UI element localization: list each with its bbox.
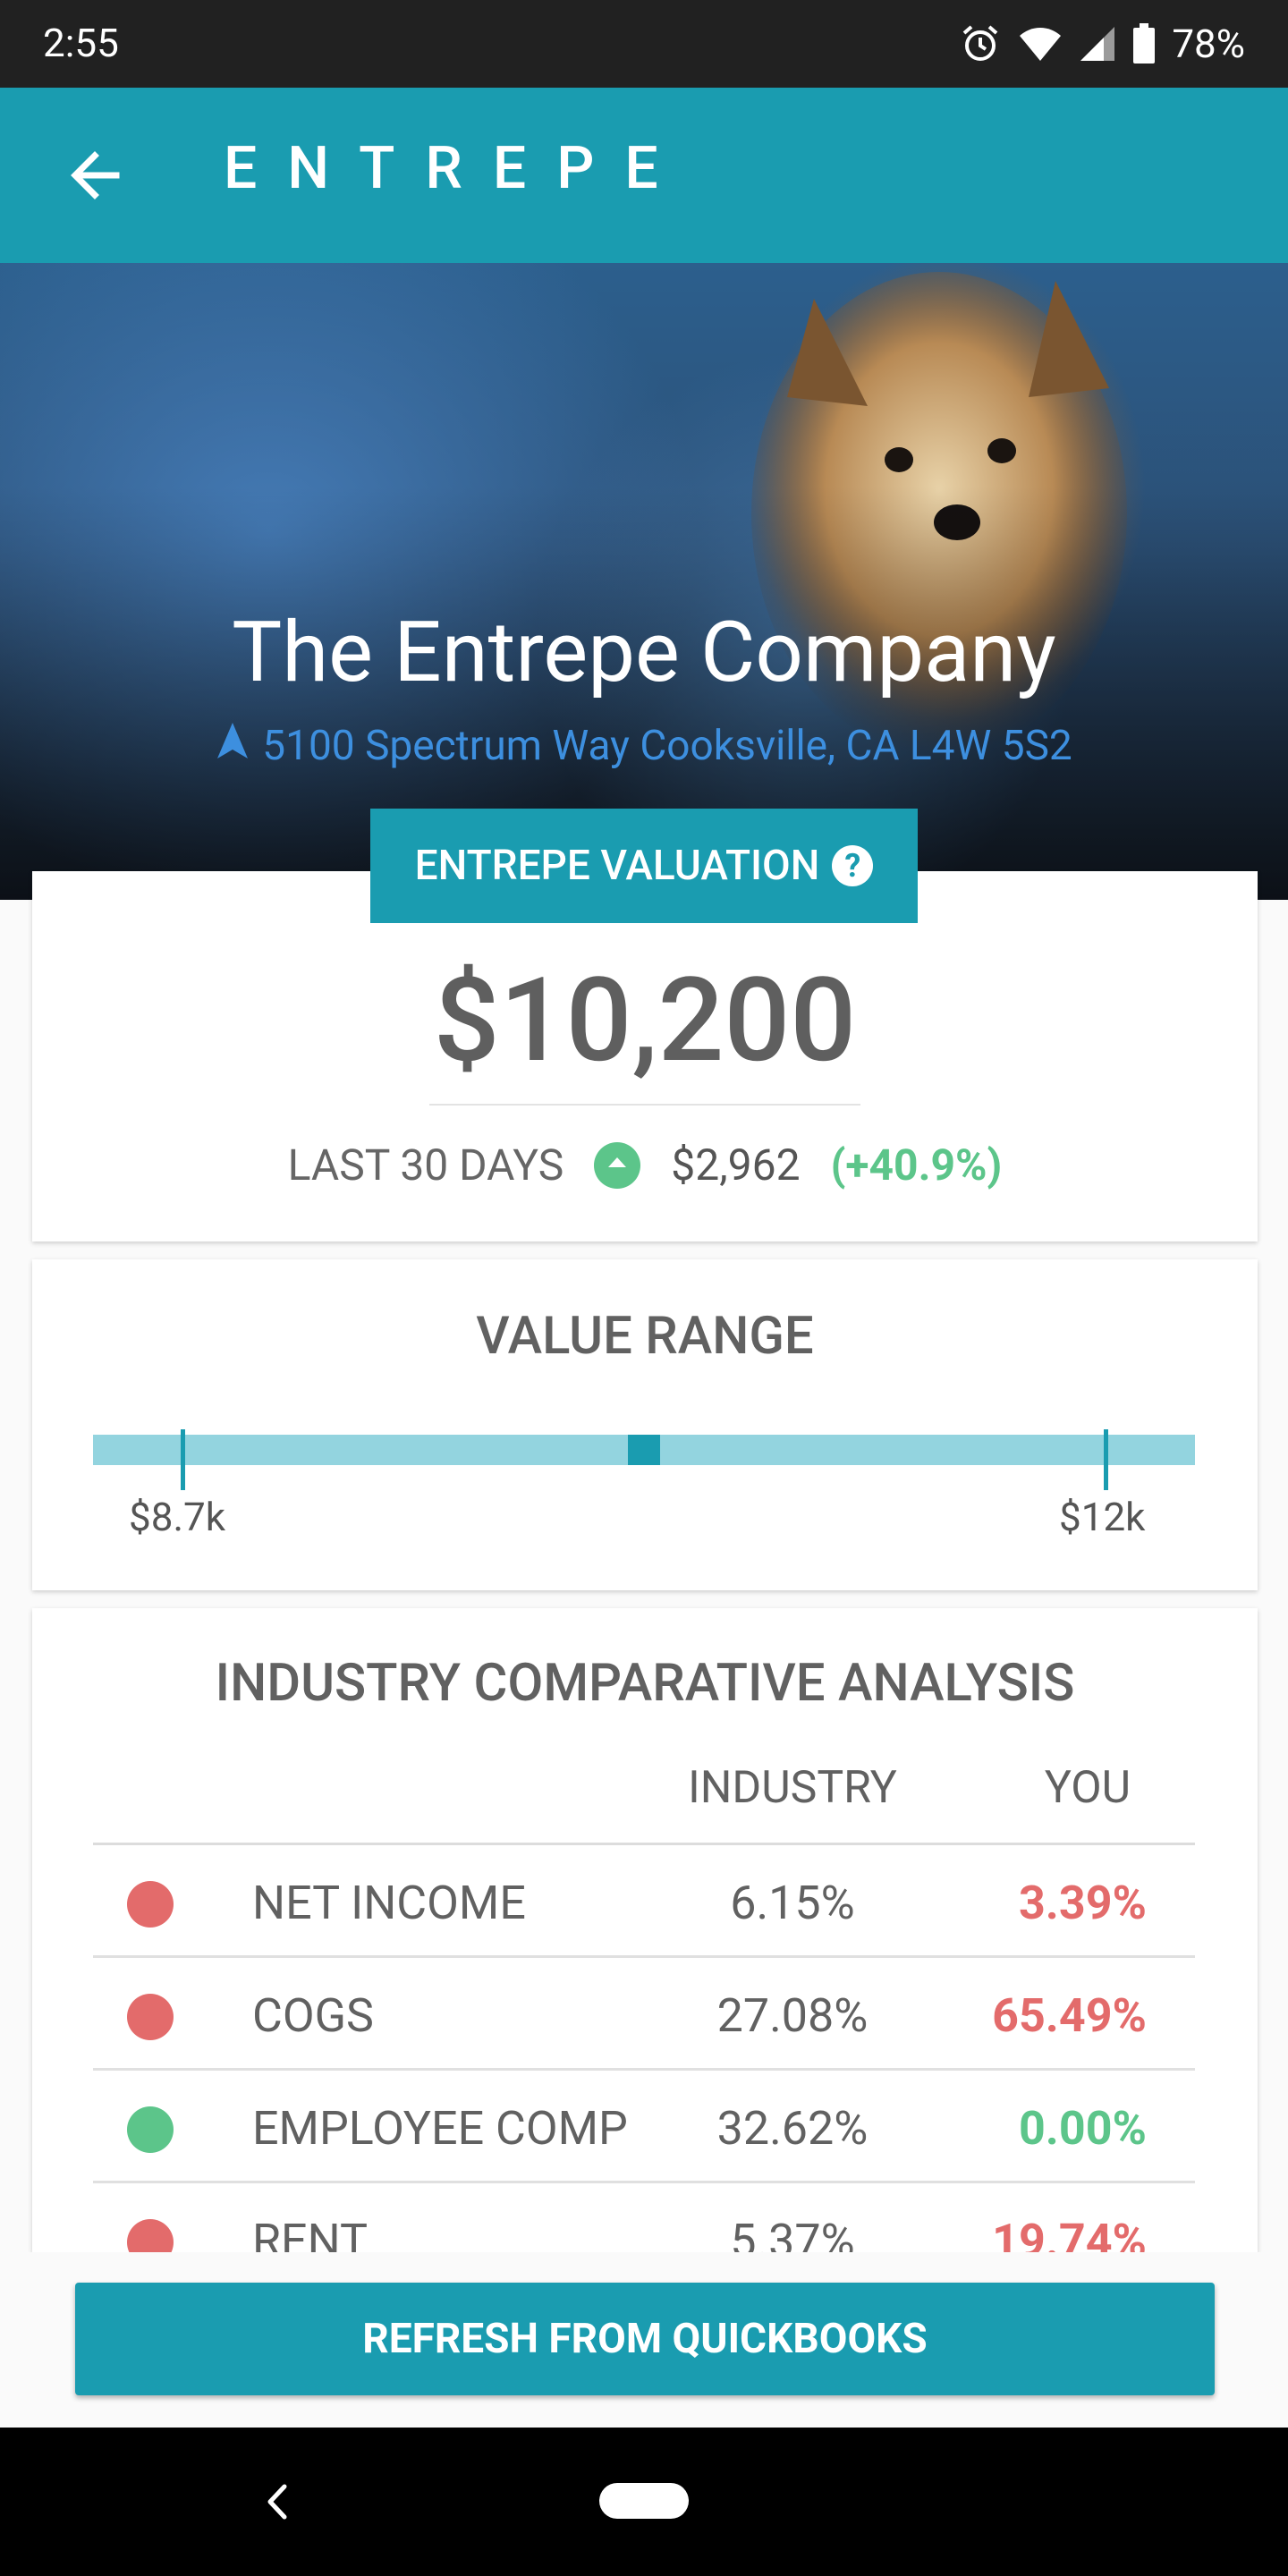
status-dot-good — [127, 2106, 174, 2153]
alarm-icon — [959, 22, 1002, 65]
row-metric-name: NET INCOME — [252, 1876, 526, 1930]
valuation-underline — [429, 1104, 860, 1106]
company-address[interactable]: 5100 Spectrum Way Cooksville, CA L4W 5S2 — [0, 721, 1288, 771]
range-low-tick — [181, 1429, 185, 1490]
table-row[interactable]: COGS 27.08% 65.49% — [93, 1958, 1195, 2071]
period-label: LAST 30 DAYS — [287, 1140, 564, 1191]
row-you-value: 0.00% — [1018, 2101, 1147, 2156]
valuation-value: $10,200 — [433, 952, 857, 1089]
change-percent: (+40.9%) — [830, 1140, 1003, 1191]
value-range-card: VALUE RANGE $8.7k $12k — [32, 1259, 1258, 1590]
range-current-marker — [628, 1435, 660, 1465]
status-dot-bad — [127, 1994, 174, 2040]
help-icon[interactable]: ? — [832, 845, 874, 886]
row-industry-value: 32.62% — [716, 2101, 869, 2156]
change-amount: $2,962 — [671, 1140, 801, 1191]
app-title: ENTREPE — [224, 134, 689, 203]
hero-shade — [0, 263, 1288, 900]
battery-percent: 78% — [1172, 21, 1245, 67]
signal-icon — [1079, 25, 1116, 63]
nav-back-icon[interactable] — [259, 2479, 295, 2524]
valuation-change-row: LAST 30 DAYS $2,962 (+40.9%) — [32, 1140, 1258, 1191]
row-you-value: 65.49% — [992, 1988, 1147, 2043]
navigation-arrow-icon — [216, 721, 250, 771]
status-dot-bad — [127, 2219, 174, 2252]
system-nav-bar — [0, 2428, 1288, 2576]
address-text: 5100 Spectrum Way Cooksville, CA L4W 5S2 — [262, 722, 1072, 770]
range-low-label: $8.7k — [129, 1494, 226, 1540]
row-industry-value: 6.15% — [730, 1876, 855, 1930]
app-bar: ENTREPE — [0, 88, 1288, 263]
status-bar: 2:55 78% — [0, 0, 1288, 88]
value-range-title: VALUE RANGE — [476, 1306, 814, 1367]
back-arrow-icon[interactable] — [64, 143, 136, 208]
row-metric-name: EMPLOYEE COMP — [252, 2101, 628, 2156]
column-header-you: YOU — [1044, 1762, 1131, 1814]
valuation-badge-label: ENTREPE VALUATION — [414, 842, 820, 890]
range-high-label: $12k — [1059, 1494, 1146, 1540]
row-you-value: 19.74% — [992, 2214, 1147, 2252]
company-name: The Entrepe Company — [232, 603, 1056, 701]
row-industry-value: 27.08% — [716, 1988, 869, 2043]
row-metric-name: RENT — [252, 2214, 368, 2252]
hero-banner: The Entrepe Company 5100 Spectrum Way Co… — [0, 263, 1288, 900]
industry-analysis-title: INDUSTRY COMPARATIVE ANALYSIS — [215, 1653, 1075, 1714]
valuation-badge[interactable]: ENTREPE VALUATION ? — [370, 809, 918, 923]
row-industry-value: 5.37% — [730, 2214, 855, 2252]
bottom-action-area: REFRESH FROM QUICKBOOKS — [0, 2252, 1288, 2428]
row-metric-name: COGS — [252, 1988, 374, 2043]
table-row[interactable]: EMPLOYEE COMP 32.62% 0.00% — [93, 2071, 1195, 2183]
column-header-industry: INDUSTRY — [688, 1762, 897, 1814]
trend-up-icon — [594, 1141, 641, 1189]
row-you-value: 3.39% — [1018, 1876, 1147, 1930]
refresh-from-quickbooks-button[interactable]: REFRESH FROM QUICKBOOKS — [75, 2283, 1215, 2395]
industry-analysis-card: INDUSTRY COMPARATIVE ANALYSIS INDUSTRY Y… — [32, 1608, 1258, 2252]
table-row[interactable]: NET INCOME 6.15% 3.39% — [93, 1845, 1195, 1958]
status-icons: 78% — [959, 18, 1245, 70]
status-dot-bad — [127, 1881, 174, 1928]
range-high-tick — [1104, 1429, 1108, 1490]
battery-icon — [1132, 23, 1156, 64]
status-time: 2:55 — [43, 20, 119, 66]
wifi-icon — [1018, 25, 1063, 63]
nav-home-pill-icon[interactable] — [599, 2483, 689, 2519]
valuation-card: $10,200 LAST 30 DAYS $2,962 (+40.9%) — [32, 871, 1258, 1241]
table-row[interactable]: RENT 5.37% 19.74% — [93, 2183, 1195, 2252]
